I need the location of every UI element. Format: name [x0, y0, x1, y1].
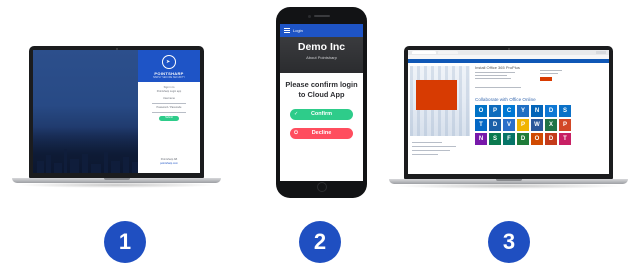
hero-image: [410, 66, 470, 136]
office-logo-block: [416, 80, 457, 110]
signin-line: Sign in to: [163, 86, 175, 89]
password-label: Password / Passcode: [156, 106, 182, 109]
phone-speaker: [313, 15, 330, 17]
office-portal-screen: Install Office 365 ProPlus Collaborate w…: [408, 50, 609, 174]
laptop-3-shadow: [393, 183, 624, 189]
install-button[interactable]: [540, 77, 552, 81]
tasks-icon[interactable]: T: [475, 119, 487, 131]
onedrive-icon[interactable]: D: [545, 105, 557, 117]
step-1-badge: 1: [104, 221, 146, 263]
step-2-badge: 2: [299, 221, 341, 263]
brand-tagline: SIMPLY SECURE SECURITY: [153, 76, 185, 79]
powerpoint-icon[interactable]: P: [559, 119, 571, 131]
browser-tab[interactable]: [438, 50, 458, 55]
newsfeed-icon[interactable]: N: [531, 105, 543, 117]
office-icon[interactable]: O: [531, 133, 543, 145]
username-label: Username: [163, 97, 175, 100]
excel-icon[interactable]: X: [545, 119, 557, 131]
browser-tab[interactable]: [412, 50, 436, 55]
phone: Login Demo Inc About Pointsharp Please c…: [276, 7, 367, 198]
video-icon[interactable]: V: [503, 119, 515, 131]
dynamics-icon[interactable]: D: [517, 133, 529, 145]
calendar-icon[interactable]: C: [503, 105, 515, 117]
phone-screen: Login Demo Inc About Pointsharp Please c…: [280, 24, 363, 181]
hamburger-menu-icon[interactable]: [284, 28, 290, 35]
footer-company: Pointsharp AB: [160, 158, 178, 161]
sway-icon[interactable]: S: [489, 133, 501, 145]
tv-icon[interactable]: T: [559, 133, 571, 145]
company-header: Demo Inc About Pointsharp: [280, 37, 363, 73]
question-line-1: Please confirm login: [285, 80, 358, 89]
docs-icon[interactable]: D: [545, 133, 557, 145]
window-controls[interactable]: [596, 51, 606, 54]
people-icon[interactable]: P: [489, 105, 501, 117]
login-screen: ➤ POINTSHARP SIMPLY SECURE SECURITY Sign…: [33, 50, 200, 173]
footer-link[interactable]: pointsharp.com: [138, 162, 200, 165]
step-3-badge: 3: [488, 221, 530, 263]
decline-button[interactable]: ⏻ Decline: [290, 128, 353, 139]
phone-navbar: Login: [280, 24, 363, 37]
apps-title: Collaborate with Office Online: [475, 97, 536, 102]
sites-icon[interactable]: S: [559, 105, 571, 117]
decline-label: Decline: [311, 130, 332, 136]
company-subtitle: About Pointsharp: [306, 55, 337, 60]
onenote-icon[interactable]: N: [475, 133, 487, 145]
question-line-2: to Cloud App: [298, 90, 345, 99]
submit-button[interactable]: Submit: [159, 116, 179, 121]
laptop-1-shadow: [16, 182, 217, 188]
login-panel-header: ➤ POINTSHARP SIMPLY SECURE SECURITY: [138, 50, 200, 82]
office-appbar: [408, 59, 609, 63]
planner-icon[interactable]: P: [517, 119, 529, 131]
confirm-label: Confirm: [310, 111, 333, 117]
login-panel: ➤ POINTSHARP SIMPLY SECURE SECURITY Sign…: [138, 50, 200, 173]
city-skyline: [33, 127, 145, 173]
delve-icon[interactable]: D: [489, 119, 501, 131]
yammer-icon[interactable]: Y: [517, 105, 529, 117]
pointsharp-logo-icon: ➤: [162, 55, 176, 69]
signin-app-line: Pointsharp Login app: [156, 90, 182, 93]
confirm-question: Please confirm login to Cloud App: [280, 80, 363, 100]
company-name: Demo Inc: [297, 41, 346, 53]
outlook-icon[interactable]: O: [475, 105, 487, 117]
laptop-1-lid: ➤ POINTSHARP SIMPLY SECURE SECURITY Sign…: [29, 46, 204, 178]
install-heading: Install Office 365 ProPlus: [475, 65, 520, 70]
navbar-title: Login: [293, 27, 303, 33]
word-icon[interactable]: W: [531, 119, 543, 131]
phone-camera: [308, 14, 311, 18]
username-field[interactable]: [152, 103, 186, 104]
home-button: [316, 182, 327, 192]
password-field[interactable]: [152, 112, 186, 113]
confirm-button[interactable]: ✓ Confirm: [290, 109, 353, 120]
forms-icon[interactable]: F: [503, 133, 515, 145]
laptop-3-lid: Install Office 365 ProPlus Collaborate w…: [404, 46, 613, 179]
